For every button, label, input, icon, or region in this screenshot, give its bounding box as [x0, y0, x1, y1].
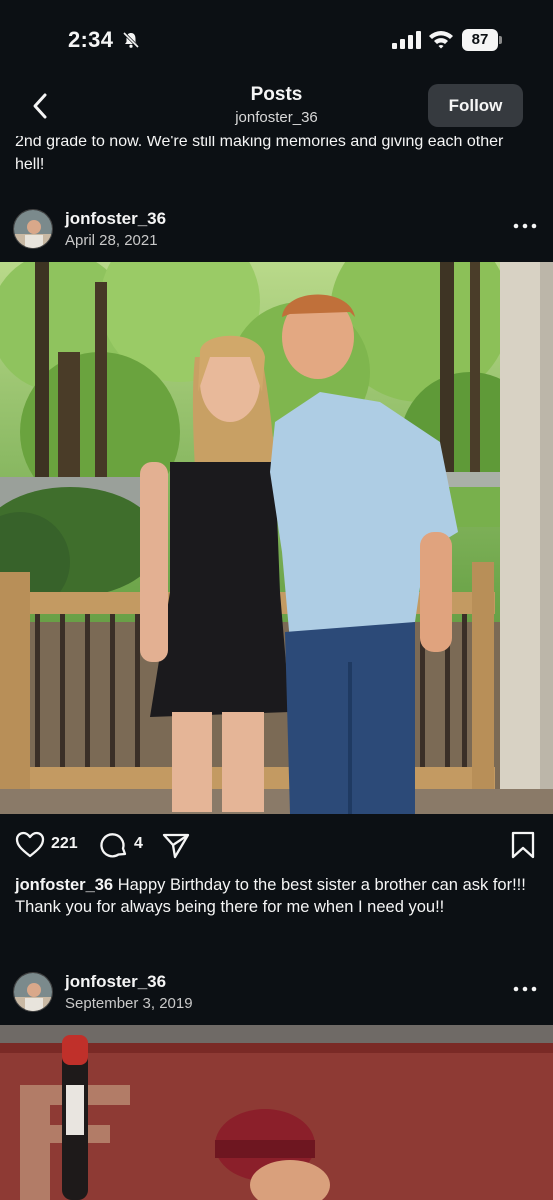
post-header: jonfoster_36 April 28, 2021 — [0, 209, 553, 269]
post-date: September 3, 2019 — [65, 995, 193, 1012]
follow-button[interactable]: Follow — [428, 84, 523, 127]
like-count[interactable]: 221 — [51, 835, 78, 853]
post-username[interactable]: jonfoster_36 — [65, 209, 166, 229]
avatar[interactable] — [13, 972, 53, 1012]
post-header: jonfoster_36 September 3, 2019 — [0, 972, 553, 1032]
post-date: April 28, 2021 — [65, 232, 158, 249]
signal-icon — [392, 31, 421, 49]
comment-icon[interactable] — [99, 830, 129, 860]
top-nav-overlay: Posts jonfoster_36 Follow — [0, 80, 553, 146]
post-photo[interactable] — [0, 1025, 553, 1200]
status-time: 2:34 — [68, 27, 114, 52]
share-icon[interactable] — [161, 830, 191, 860]
battery-level: 87 — [462, 29, 498, 51]
bookmark-icon[interactable] — [508, 830, 538, 860]
heart-icon[interactable] — [15, 830, 45, 860]
battery-icon: 87 — [462, 29, 502, 51]
more-options-icon[interactable] — [512, 984, 538, 994]
comment-count[interactable]: 4 — [134, 835, 143, 853]
more-options-icon[interactable] — [512, 221, 538, 231]
caption-username[interactable]: jonfoster_36 — [15, 876, 113, 894]
bell-slash-icon — [122, 31, 140, 49]
post-photo[interactable] — [0, 262, 553, 814]
status-bar: 2:34 87 — [0, 0, 553, 80]
post-actions: 221 4 — [0, 826, 553, 866]
wifi-icon — [429, 31, 453, 49]
post-caption: jonfoster_36 Happy Birthday to the best … — [15, 874, 540, 918]
post-username[interactable]: jonfoster_36 — [65, 972, 166, 992]
avatar[interactable] — [13, 209, 53, 249]
